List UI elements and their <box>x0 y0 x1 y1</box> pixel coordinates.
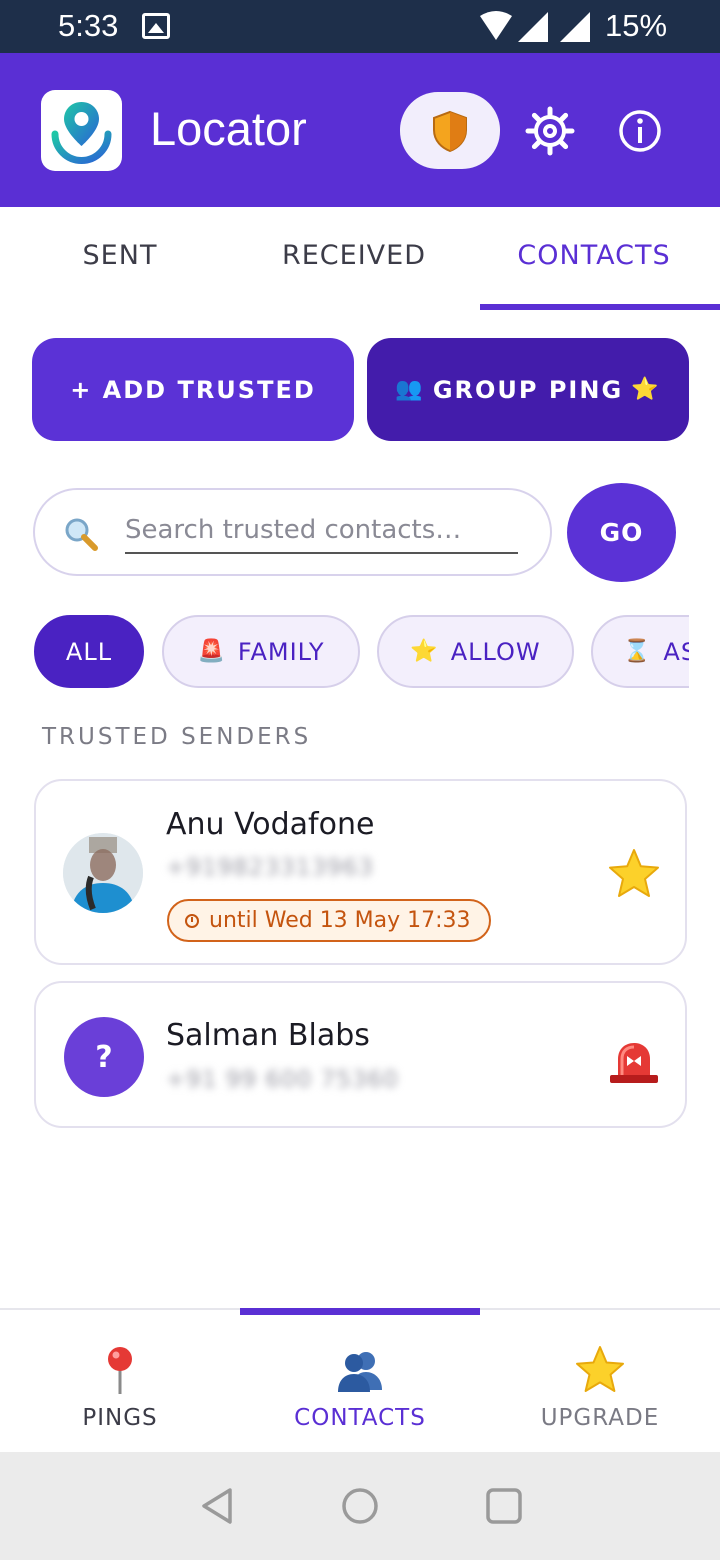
tab-received[interactable]: RECEIVED <box>234 207 474 310</box>
contact-phone: +919823313963 <box>166 855 374 881</box>
tab-indicator <box>480 304 720 310</box>
go-button[interactable]: GO <box>567 483 676 582</box>
shield-button[interactable] <box>400 92 500 169</box>
siren-icon: 🚨 <box>197 639 226 664</box>
avatar: ? <box>64 1017 144 1097</box>
nav-contacts-label: CONTACTS <box>294 1405 426 1431</box>
siren-icon[interactable] <box>606 1039 662 1085</box>
status-bar: 5:33 15% <box>0 0 720 53</box>
avatar-photo <box>63 833 143 913</box>
info-icon[interactable] <box>614 105 666 157</box>
app-logo <box>41 90 122 171</box>
chip-all[interactable]: ALL <box>34 615 144 688</box>
contact-name: Salman Blabs <box>166 1018 370 1053</box>
contact-phone: +91 99 600 75360 <box>166 1067 399 1093</box>
image-notification-icon <box>142 13 170 39</box>
search-icon <box>65 518 98 551</box>
star-icon[interactable] <box>606 847 662 903</box>
system-nav-bar <box>0 1452 720 1560</box>
add-trusted-label: + ADD TRUSTED <box>70 375 316 404</box>
timer-icon <box>185 913 199 928</box>
app-title: Locator <box>150 102 307 155</box>
tab-contacts[interactable]: CONTACTS <box>474 207 714 310</box>
tab-bar: SENT RECEIVED CONTACTS <box>0 207 720 310</box>
chip-allow-label: ALLOW <box>450 637 541 666</box>
back-icon[interactable] <box>198 1486 238 1526</box>
contacts-icon <box>338 1352 382 1392</box>
nav-pings[interactable]: PINGS <box>0 1310 240 1454</box>
search-box <box>33 488 552 576</box>
contact-card[interactable]: Anu Vodafone +919823313963 until Wed 13 … <box>34 779 687 965</box>
home-icon[interactable] <box>340 1486 380 1526</box>
signal-icons <box>480 11 590 42</box>
search-input[interactable] <box>125 508 518 554</box>
contact-name: Anu Vodafone <box>166 807 375 842</box>
expiry-text: until Wed 13 May 17:33 <box>209 908 471 933</box>
location-pin-logo-icon <box>51 102 112 164</box>
star-icon: ⭐ <box>631 377 661 402</box>
shield-icon <box>433 110 467 152</box>
nav-pings-label: PINGS <box>82 1405 158 1431</box>
hourglass-icon: ⌛ <box>623 639 652 664</box>
nav-contacts[interactable]: CONTACTS <box>240 1310 480 1454</box>
people-icon: 👥 <box>395 377 425 402</box>
group-ping-button[interactable]: 👥 GROUP PING ⭐ <box>367 338 689 441</box>
expiry-badge: until Wed 13 May 17:33 <box>167 899 491 942</box>
star-icon: ⭐ <box>410 639 439 664</box>
app-bar: Locator <box>0 53 720 207</box>
recents-icon[interactable] <box>484 1486 524 1526</box>
nav-upgrade-label: UPGRADE <box>540 1405 660 1431</box>
avatar <box>63 833 143 913</box>
chip-ask[interactable]: ⌛ AS <box>591 615 689 688</box>
nav-upgrade[interactable]: UPGRADE <box>480 1310 720 1454</box>
status-time: 5:33 <box>58 8 119 43</box>
tab-sent[interactable]: SENT <box>0 207 240 310</box>
settings-gear-icon[interactable] <box>524 105 576 157</box>
filter-chips: ALL 🚨 FAMILY ⭐ ALLOW ⌛ AS <box>32 612 689 692</box>
chip-allow[interactable]: ⭐ ALLOW <box>377 615 574 688</box>
add-trusted-button[interactable]: + ADD TRUSTED <box>32 338 354 441</box>
chip-family-label: FAMILY <box>237 637 325 666</box>
chip-ask-label: AS <box>663 637 689 666</box>
contact-card[interactable]: ? Salman Blabs +91 99 600 75360 <box>34 981 687 1128</box>
chip-family[interactable]: 🚨 FAMILY <box>162 615 360 688</box>
section-label: TRUSTED SENDERS <box>42 724 312 750</box>
star-icon <box>576 1346 624 1392</box>
bottom-nav: PINGS CONTACTS UPGRADE <box>0 1308 720 1452</box>
pin-icon <box>108 1347 132 1394</box>
chip-all-label: ALL <box>65 637 113 666</box>
battery-percent: 15% <box>605 8 668 43</box>
group-ping-label: GROUP PING <box>432 375 624 404</box>
